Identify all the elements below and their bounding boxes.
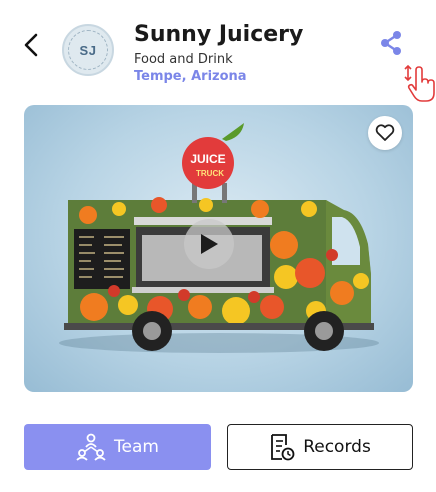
business-category: Food and Drink [134,52,233,67]
share-icon [381,31,401,55]
heart-outline-icon [375,124,395,141]
sign-text-top: JUICE [190,152,225,166]
back-button[interactable] [16,30,46,60]
team-icon [76,433,106,461]
play-icon [201,234,218,254]
records-button-label: Records [303,437,371,457]
business-name: Sunny Juicery [134,22,304,47]
favorite-button[interactable] [368,116,402,150]
profile-header: SJ Sunny Juicery Food and Drink Tempe, A… [0,0,436,102]
business-location[interactable]: Tempe, Arizona [134,69,247,84]
records-button[interactable]: Records [227,424,413,470]
tap-hand-icon [404,64,435,102]
team-button[interactable]: Team [24,424,211,470]
play-button[interactable] [184,219,234,269]
chevron-left-icon [24,33,38,57]
team-button-label: Team [114,437,159,457]
business-logo: SJ [62,24,114,76]
share-button[interactable] [376,28,406,58]
records-icon [271,434,295,461]
sign-text-bottom: TRUCK [196,169,224,178]
